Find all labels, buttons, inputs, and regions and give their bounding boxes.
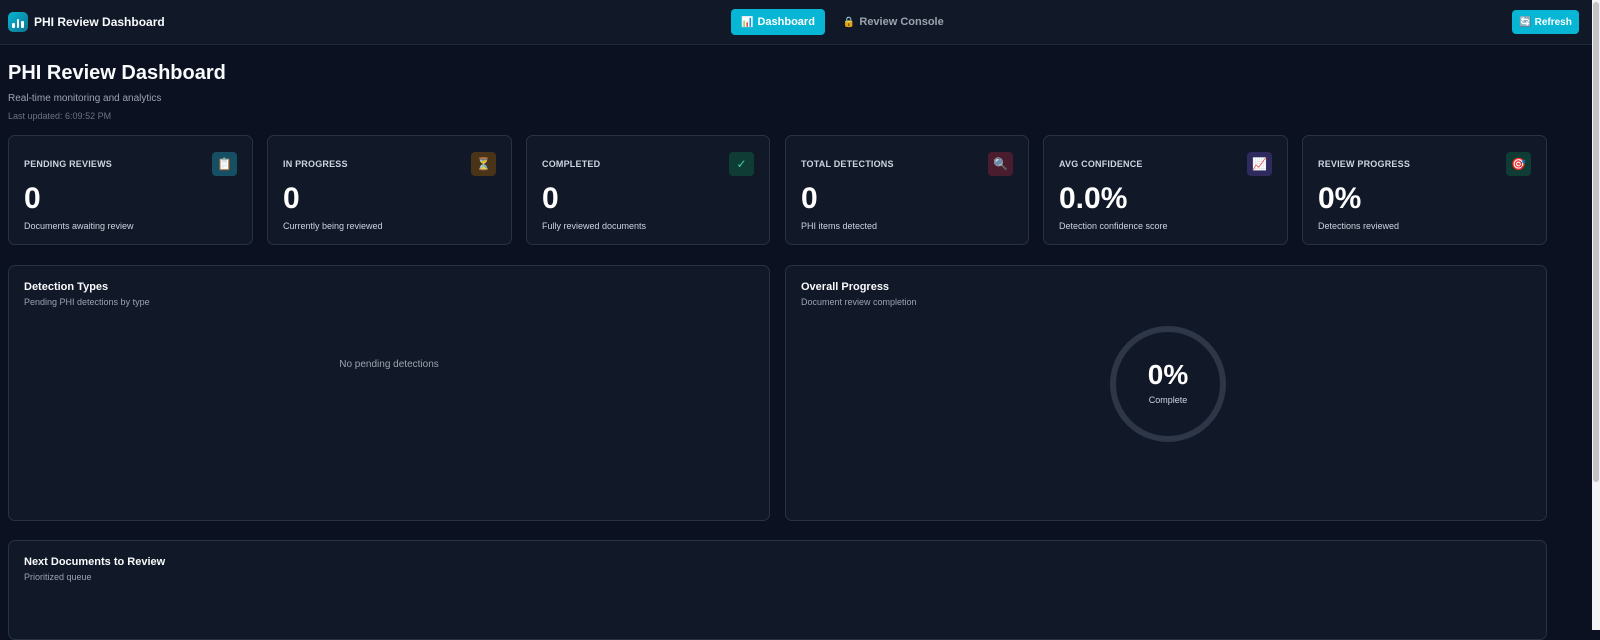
tab-dashboard-label: Dashboard (757, 16, 815, 28)
lock-icon: 🔒 (842, 16, 856, 28)
page-subtitle: Real-time monitoring and analytics (8, 93, 162, 104)
brand[interactable]: PHI Review Dashboard (8, 12, 165, 32)
stat-description: PHI items detected (801, 221, 878, 231)
stat-description: Detection confidence score (1059, 221, 1168, 231)
stat-value: 0% (1318, 182, 1362, 215)
stat-description: Detections reviewed (1318, 221, 1400, 231)
stat-description: Documents awaiting review (24, 221, 134, 231)
panel-subtitle: Pending PHI detections by type (24, 297, 150, 307)
stat-card-review-progress: REVIEW PROGRESS 🎯 0% Detections reviewed (1302, 135, 1547, 245)
refresh-button[interactable]: 🔄 Refresh (1512, 10, 1579, 34)
detection-types-panel: Detection Types Pending PHI detections b… (8, 265, 770, 521)
stat-label: TOTAL DETECTIONS (801, 159, 894, 169)
app-title: PHI Review Dashboard (34, 15, 165, 29)
stat-description: Currently being reviewed (283, 221, 383, 231)
stat-value: 0 (801, 182, 818, 215)
hourglass-icon: ⏳ (471, 152, 496, 176)
stat-label: AVG CONFIDENCE (1059, 159, 1143, 169)
progress-ring-value: 0% (1147, 359, 1189, 390)
stat-card-avg-confidence: AVG CONFIDENCE 📈 0.0% Detection confiden… (1043, 135, 1288, 245)
stat-label: COMPLETED (542, 159, 601, 169)
stat-label: REVIEW PROGRESS (1318, 159, 1411, 169)
bar-chart-icon: 📊 (741, 16, 754, 28)
tab-review-console-label: Review Console (859, 16, 944, 28)
progress-ring-label: Complete (1148, 395, 1188, 405)
main-nav: 📊 Dashboard 🔒 Review Console (731, 9, 954, 35)
review-queue-panel: Next Documents to Review Prioritized que… (8, 540, 1547, 640)
page-title: PHI Review Dashboard (8, 62, 226, 84)
stat-card-pending-reviews: PENDING REVIEWS 📋 0 Documents awaiting r… (8, 135, 253, 245)
target-icon: 🎯 (1506, 152, 1531, 176)
tab-review-console[interactable]: 🔒 Review Console (833, 9, 954, 35)
trending-chart-icon: 📈 (1247, 152, 1272, 176)
progress-ring: 0% Complete (1108, 324, 1228, 444)
stat-card-total-detections: TOTAL DETECTIONS 🔍 0 PHI items detected (785, 135, 1029, 245)
bar-chart-icon (8, 12, 28, 32)
tab-dashboard[interactable]: 📊 Dashboard (731, 9, 825, 35)
empty-state-message: No pending detections (339, 359, 439, 370)
panel-title: Overall Progress (801, 281, 890, 293)
last-updated: Last updated: 6:09:52 PM (8, 111, 112, 121)
magnifier-icon: 🔍 (988, 152, 1013, 176)
clipboard-icon: 📋 (212, 152, 237, 176)
stat-card-completed: COMPLETED ✓ 0 Fully reviewed documents (526, 135, 770, 245)
panel-title: Next Documents to Review (24, 556, 166, 568)
panel-subtitle: Document review completion (801, 297, 917, 307)
stat-description: Fully reviewed documents (542, 221, 647, 231)
top-navigation-bar: PHI Review Dashboard 📊 Dashboard 🔒 Revie… (0, 0, 1592, 45)
overall-progress-panel: Overall Progress Document review complet… (785, 265, 1547, 521)
stat-value: 0 (24, 182, 41, 215)
stat-value: 0.0% (1059, 182, 1128, 215)
stat-label: PENDING REVIEWS (24, 159, 113, 169)
page-header: PHI Review Dashboard Real-time monitorin… (8, 62, 226, 121)
page-scrollbar-thumb[interactable] (1593, 2, 1599, 482)
panel-title: Detection Types (24, 281, 109, 293)
stat-value: 0 (542, 182, 559, 215)
check-icon: ✓ (729, 152, 754, 176)
stat-card-in-progress: IN PROGRESS ⏳ 0 Currently being reviewed (267, 135, 512, 245)
stat-label: IN PROGRESS (283, 159, 348, 169)
refresh-label: Refresh (1534, 16, 1572, 28)
refresh-icon: 🔄 (1519, 16, 1532, 28)
stat-value: 0 (283, 182, 300, 215)
panel-subtitle: Prioritized queue (24, 572, 92, 582)
